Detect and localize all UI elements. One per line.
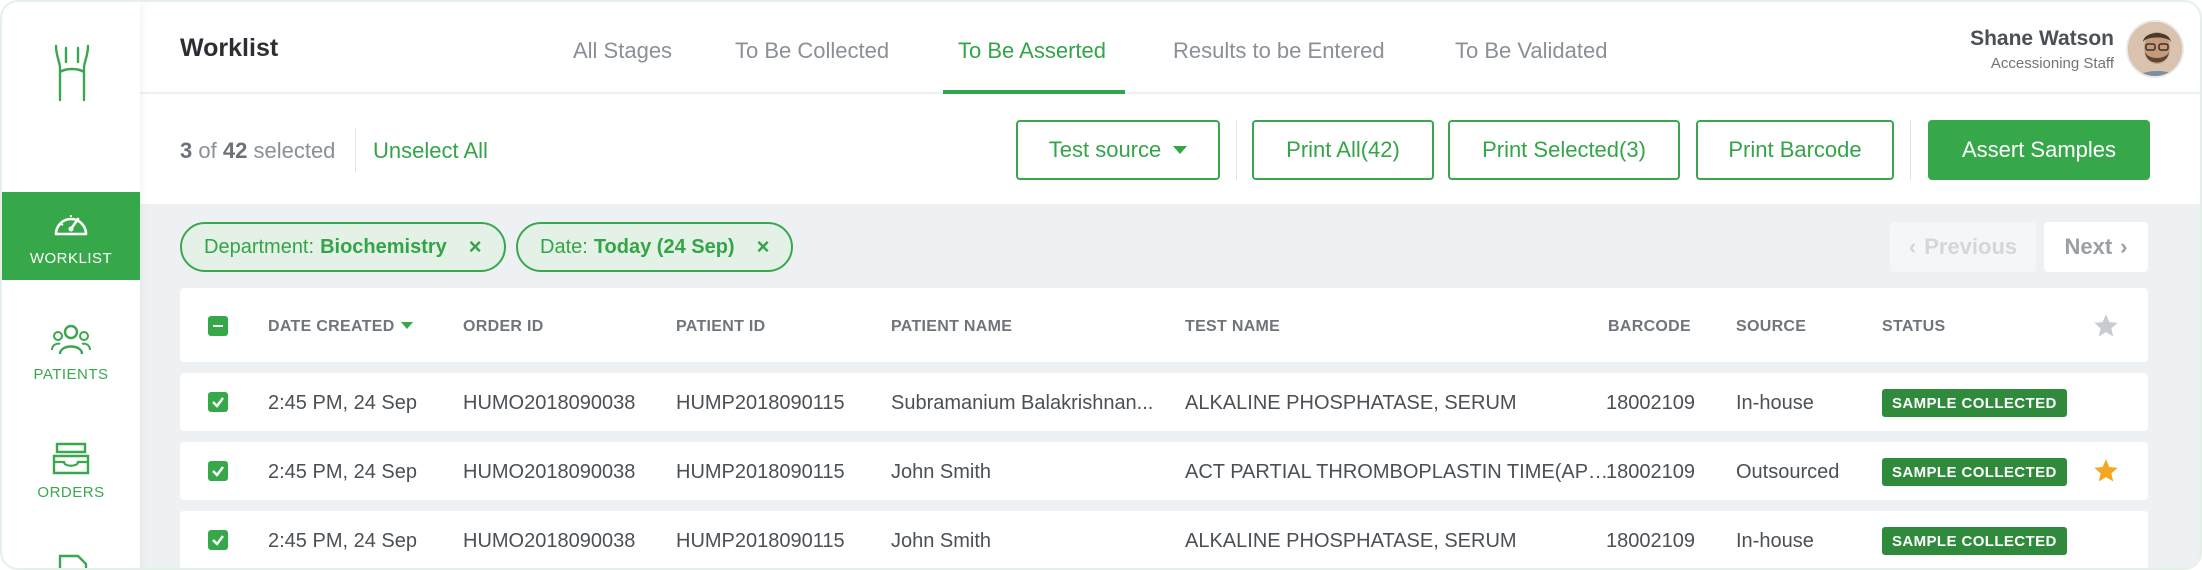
column-header-test-name[interactable]: TEST NAME: [1185, 318, 1280, 336]
select-all-checkbox[interactable]: [208, 316, 228, 336]
row-checkbox[interactable]: [208, 392, 228, 412]
column-header-source[interactable]: SOURCE: [1736, 318, 1806, 336]
print-all-button[interactable]: Print All(42): [1252, 120, 1434, 180]
top-header: Worklist All Stages To Be Collected To B…: [140, 2, 2200, 94]
chevron-right-icon: ›: [2120, 234, 2128, 259]
cell-order-id: HUMO2018090038: [463, 530, 636, 552]
app-frame: WORKLIST PATIENTS ORDERS Worklist All St…: [0, 0, 2202, 570]
cell-source: In-house: [1736, 392, 1814, 414]
cell-date: 2:45 PM, 24 Sep: [268, 530, 417, 552]
cell-source: In-house: [1736, 530, 1814, 552]
status-badge: SAMPLE COLLECTED: [1882, 458, 2067, 486]
column-header-patient-id[interactable]: PATIENT ID: [676, 318, 766, 336]
status-badge: SAMPLE COLLECTED: [1882, 527, 2067, 555]
tab-to-be-asserted[interactable]: To Be Asserted: [958, 38, 1106, 64]
user-name: Shane Watson: [1970, 26, 2114, 50]
divider: [1910, 120, 1911, 180]
sidebar-item-label: WORKLIST: [29, 249, 113, 267]
next-button[interactable]: Next ›: [2044, 222, 2148, 272]
previous-button[interactable]: ‹ Previous: [1890, 222, 2036, 272]
print-selected-button[interactable]: Print Selected(3): [1448, 120, 1680, 180]
row-checkbox[interactable]: [208, 461, 228, 481]
chevron-left-icon: ‹: [1908, 234, 1917, 259]
cell-barcode: 18002109: [1606, 461, 1695, 483]
cell-test-name: ACT PARTIAL THROMBOPLASTIN TIME(AP…: [1185, 461, 1609, 483]
divider: [1236, 120, 1237, 180]
table-row[interactable]: 2:45 PM, 24 Sep HUMO2018090038 HUMP20180…: [180, 442, 2148, 500]
test-source-dropdown[interactable]: Test source: [1016, 120, 1220, 180]
sidebar-item-patients[interactable]: PATIENTS: [2, 308, 140, 396]
star-icon[interactable]: [2092, 312, 2120, 340]
column-header-order-id[interactable]: ORDER ID: [463, 318, 544, 336]
sidebar-item-worklist[interactable]: WORKLIST: [2, 192, 140, 280]
filter-value: Today (24 Sep): [593, 235, 735, 258]
users-icon: [51, 324, 91, 354]
close-icon[interactable]: ×: [469, 234, 482, 260]
cell-patient-name: John Smith: [891, 530, 992, 552]
cell-barcode: 18002109: [1606, 530, 1695, 552]
tab-all-stages[interactable]: All Stages: [573, 38, 672, 64]
sort-desc-icon: [400, 322, 413, 329]
column-header-patient-name[interactable]: PATIENT NAME: [891, 318, 1012, 336]
page-title: Worklist: [180, 34, 279, 62]
avatar[interactable]: [2126, 20, 2184, 78]
column-header-date-created[interactable]: DATE CREATED: [268, 318, 413, 336]
user-profile[interactable]: Shane Watson Accessioning Staff: [1970, 18, 2184, 80]
table-header: DATE CREATED ORDER ID PATIENT ID PATIENT…: [180, 288, 2148, 362]
cell-test-name: ALKALINE PHOSPHATASE, SERUM: [1185, 392, 1517, 414]
filter-chip-date[interactable]: Date: Today (24 Sep) ×: [516, 222, 794, 272]
print-barcode-button[interactable]: Print Barcode: [1696, 120, 1894, 180]
cell-patient-id: HUMP2018090115: [676, 530, 845, 552]
table-row[interactable]: 2:45 PM, 24 Sep HUMO2018090038 HUMP20180…: [180, 511, 2148, 568]
sidebar: WORKLIST PATIENTS ORDERS: [2, 2, 140, 570]
avatar-photo: [2128, 22, 2182, 76]
speedometer-icon: [54, 214, 88, 235]
sidebar-item-label: PATIENTS: [33, 365, 109, 383]
close-icon[interactable]: ×: [757, 234, 770, 260]
cell-date: 2:45 PM, 24 Sep: [268, 392, 417, 414]
cell-patient-name: John Smith: [891, 461, 992, 483]
document-icon[interactable]: [52, 552, 92, 570]
action-toolbar: 3 of 42 selected Unselect All Test sourc…: [140, 94, 2200, 204]
table-row[interactable]: 2:45 PM, 24 Sep HUMO2018090038 HUMP20180…: [180, 373, 2148, 431]
caret-down-icon: [1173, 146, 1188, 154]
column-header-status[interactable]: STATUS: [1882, 318, 1945, 336]
filter-chip-department[interactable]: Department: Biochemistry ×: [180, 222, 506, 272]
cell-patient-id: HUMP2018090115: [676, 461, 845, 483]
cell-date: 2:45 PM, 24 Sep: [268, 461, 417, 483]
assert-samples-button[interactable]: Assert Samples: [1928, 120, 2150, 180]
cell-source: Outsourced: [1736, 461, 1840, 483]
column-header-barcode[interactable]: BARCODE: [1608, 318, 1691, 336]
cell-order-id: HUMO2018090038: [463, 461, 636, 483]
app-logo-icon: [54, 44, 90, 102]
active-tab-indicator: [943, 90, 1125, 94]
cell-patient-name: Subramanium Balakrishnan...: [891, 392, 1154, 414]
filter-key: Department:: [204, 235, 315, 258]
unselect-all-link[interactable]: Unselect All: [373, 138, 488, 164]
cell-order-id: HUMO2018090038: [463, 392, 636, 414]
filter-value: Biochemistry: [320, 235, 447, 258]
filter-key: Date:: [540, 235, 588, 258]
tab-to-be-collected[interactable]: To Be Collected: [735, 38, 889, 64]
star-icon[interactable]: [2092, 457, 2120, 485]
divider: [355, 128, 356, 172]
inbox-icon: [52, 442, 90, 474]
sidebar-item-orders[interactable]: ORDERS: [2, 426, 140, 514]
status-badge: SAMPLE COLLECTED: [1882, 389, 2067, 417]
sidebar-item-label: ORDERS: [37, 483, 105, 501]
user-role: Accessioning Staff: [1990, 54, 2114, 72]
cell-test-name: ALKALINE PHOSPHATASE, SERUM: [1185, 530, 1517, 552]
cell-patient-id: HUMP2018090115: [676, 392, 845, 414]
selection-count: 3 of 42 selected: [180, 138, 336, 163]
cell-barcode: 18002109: [1606, 392, 1695, 414]
tab-to-be-validated[interactable]: To Be Validated: [1455, 38, 1607, 64]
row-checkbox[interactable]: [208, 530, 228, 550]
tab-results-to-be-entered[interactable]: Results to be Entered: [1173, 38, 1385, 64]
